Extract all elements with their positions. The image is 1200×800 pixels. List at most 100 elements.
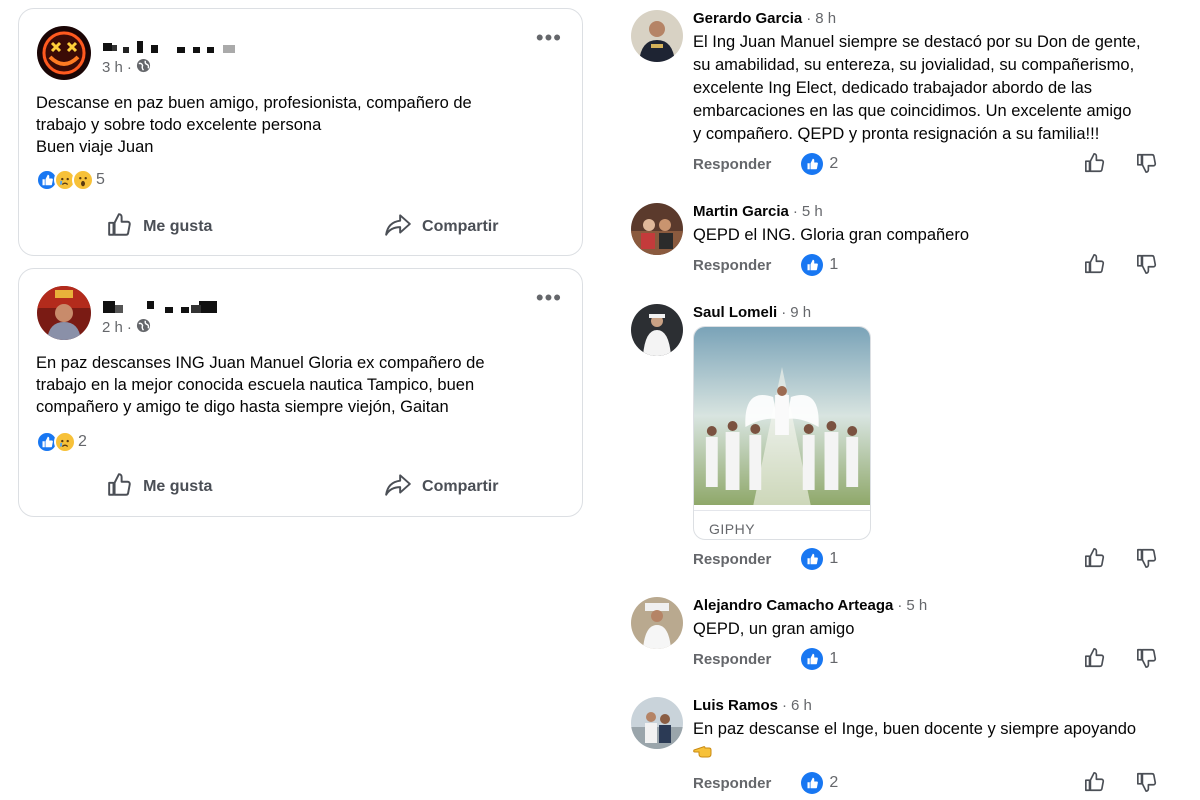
vote-controls (1084, 647, 1158, 669)
thumbs-down-icon[interactable] (1136, 647, 1158, 669)
giphy-attachment[interactable]: GIPHY (693, 326, 871, 540)
commenter-name[interactable]: Gerardo Garcia (693, 10, 802, 28)
comment-like-count[interactable]: 2 (801, 153, 838, 175)
like-reaction-icon (801, 548, 824, 570)
avatar[interactable] (631, 203, 683, 255)
reaction-summary[interactable]: 2 (36, 431, 87, 453)
thumbs-down-icon[interactable] (1136, 152, 1158, 174)
reply-button[interactable]: Responder (693, 775, 771, 792)
globe-icon (136, 318, 151, 337)
like-label: Me gusta (143, 478, 213, 495)
vote-controls (1084, 253, 1158, 275)
post-time[interactable]: 2 h (102, 319, 123, 336)
thumbs-up-icon[interactable] (1084, 771, 1106, 793)
post-actions: Me gusta Compartir (19, 207, 582, 247)
comment-header: Gerardo Garcia · 8 h (693, 10, 1163, 28)
comment-time[interactable]: 5 h (802, 203, 823, 221)
comment-time[interactable]: 6 h (791, 697, 812, 715)
reaction-count: 5 (96, 171, 105, 188)
more-options-icon[interactable]: ••• (536, 27, 562, 49)
comment-text: En paz descanse el Inge, buen docente y … (693, 718, 1163, 763)
comment-like-count[interactable]: 1 (801, 548, 838, 570)
comment-time[interactable]: 8 h (815, 10, 836, 28)
wow-reaction-icon (72, 169, 94, 191)
vote-controls (1084, 547, 1158, 569)
pointing-hand-emoji (693, 741, 1163, 763)
share-arrow-icon (384, 212, 412, 243)
comment-time[interactable]: 9 h (790, 304, 811, 322)
post-text-line: trabajo y sobre todo excelente persona (36, 116, 322, 134)
comment-text: El Ing Juan Manuel siempre se destacó po… (693, 31, 1163, 146)
post-actions: Me gusta Compartir (19, 467, 582, 507)
commenter-name[interactable]: Martin Garcia (693, 203, 789, 221)
reply-button[interactable]: Responder (693, 551, 771, 568)
reply-button[interactable]: Responder (693, 651, 771, 668)
separator-dot: · (781, 304, 787, 321)
avatar[interactable] (631, 10, 683, 62)
like-reaction-icon (801, 153, 824, 175)
comment-text-line: embarcaciones en las que coincidimos. Un… (693, 102, 1132, 120)
share-label: Compartir (422, 478, 499, 495)
comment-body: Alejandro Camacho Arteaga · 5 h QEPD, un… (693, 597, 1163, 641)
comment-text-line: QEPD, un gran amigo (693, 620, 855, 638)
comment-body: Luis Ramos · 6 h En paz descanse el Inge… (693, 697, 1163, 763)
share-button[interactable]: Compartir (301, 467, 583, 507)
vote-controls (1084, 152, 1158, 174)
comment-like-count[interactable]: 1 (801, 254, 838, 276)
avatar[interactable] (631, 697, 683, 749)
post-time[interactable]: 3 h (102, 59, 123, 76)
avatar[interactable] (631, 304, 683, 356)
like-button[interactable]: Me gusta (19, 207, 301, 247)
comment-header: Luis Ramos · 6 h (693, 697, 1163, 715)
thumbs-down-icon[interactable] (1136, 547, 1158, 569)
thumbs-up-icon[interactable] (1084, 253, 1106, 275)
thumbs-up-icon[interactable] (1084, 152, 1106, 174)
commenter-name[interactable]: Saul Lomeli (693, 304, 777, 322)
comment-text-line: En paz descanse el Inge, buen docente y … (693, 720, 1137, 738)
thumbs-up-icon[interactable] (1084, 647, 1106, 669)
reaction-summary[interactable]: 5 (36, 169, 105, 191)
comment-text-line: y compañero. QEPD y pronta resignación a… (693, 125, 1100, 143)
avatar[interactable] (631, 597, 683, 649)
thumbs-down-icon[interactable] (1136, 253, 1158, 275)
comment-body: Saul Lomeli · 9 h (693, 304, 1163, 322)
like-count: 2 (829, 155, 839, 172)
separator-dot: · (806, 10, 812, 27)
post-text-line: Descanse en paz buen amigo, profesionist… (36, 94, 472, 112)
share-arrow-icon (384, 472, 412, 503)
post-text: Descanse en paz buen amigo, profesionist… (36, 92, 556, 158)
like-button[interactable]: Me gusta (19, 467, 301, 507)
like-count: 1 (829, 256, 839, 273)
comment-body: Martin Garcia · 5 h QEPD el ING. Gloria … (693, 203, 1163, 247)
reply-button[interactable]: Responder (693, 257, 771, 274)
like-reaction-icon (801, 772, 824, 794)
globe-icon (136, 58, 151, 77)
post-meta: 2 h · (102, 318, 151, 337)
comment-header: Martin Garcia · 5 h (693, 203, 1163, 221)
post-text-line: trabajo en la mejor conocida escuela nau… (36, 376, 475, 394)
thumbs-up-icon[interactable] (1084, 547, 1106, 569)
thumbs-down-icon[interactable] (1136, 771, 1158, 793)
comment-text: QEPD, un gran amigo (693, 618, 1163, 641)
separator-dot: · (897, 597, 903, 614)
comment-time[interactable]: 5 h (906, 597, 927, 615)
redacted-author-name[interactable] (101, 299, 241, 315)
comment-like-count[interactable]: 1 (801, 648, 838, 670)
commenter-name[interactable]: Alejandro Camacho Arteaga (693, 597, 893, 615)
giphy-image (694, 327, 870, 505)
post-text-line: Buen viaje Juan (36, 138, 154, 156)
commenter-name[interactable]: Luis Ramos (693, 697, 778, 715)
avatar[interactable] (37, 26, 91, 80)
thumbs-up-icon (107, 212, 133, 243)
avatar[interactable] (37, 286, 91, 340)
like-count: 2 (829, 774, 839, 791)
separator-dot: · (126, 59, 132, 76)
more-options-icon[interactable]: ••• (536, 287, 562, 309)
like-reaction-icon (801, 254, 824, 276)
redacted-author-name[interactable] (101, 39, 241, 55)
post-card: 2 h · ••• En paz descanses ING Juan Manu… (18, 268, 583, 517)
share-button[interactable]: Compartir (301, 207, 583, 247)
comment-body: Gerardo Garcia · 8 h El Ing Juan Manuel … (693, 10, 1163, 146)
reply-button[interactable]: Responder (693, 156, 771, 173)
comment-like-count[interactable]: 2 (801, 772, 838, 794)
